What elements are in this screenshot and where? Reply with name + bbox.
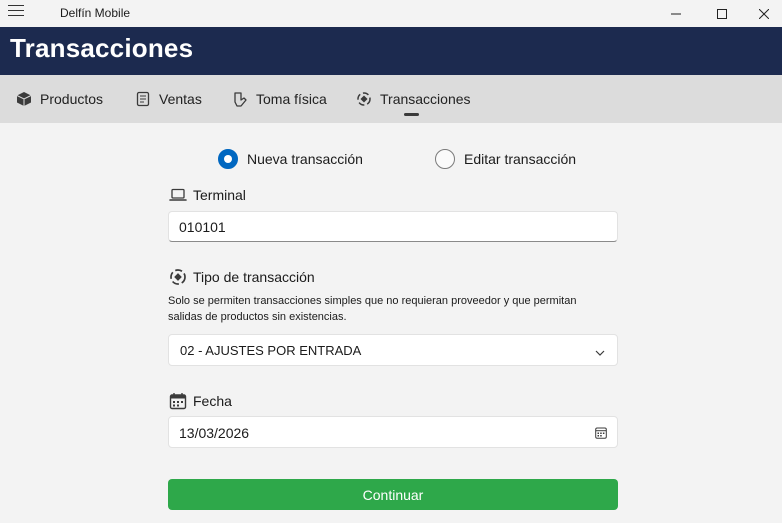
terminal-label-text: Terminal [193,187,246,203]
terminal-label: Terminal [169,186,246,204]
hamburger-menu-icon[interactable] [8,5,24,19]
tab-ventas[interactable]: Ventas [135,75,202,123]
radio-circle [218,149,238,169]
page-header: Transacciones [0,27,782,75]
laptop-icon [169,186,187,204]
transaction-type-note: Solo se permiten transacciones simples q… [168,295,577,323]
transfer-icon [356,91,372,107]
date-label-text: Fecha [193,393,232,409]
tab-label: Ventas [159,91,202,107]
continue-button[interactable]: Continuar [168,479,618,510]
close-button[interactable] [745,0,782,27]
tab-productos[interactable]: Productos [16,75,103,123]
terminal-input[interactable]: 010101 [168,211,618,242]
tab-label: Transacciones [380,91,471,107]
title-bar: Delfín Mobile [0,0,782,27]
minimize-button[interactable] [653,0,699,27]
transfer-icon [169,268,187,286]
maximize-icon [717,8,727,19]
transaction-type-select[interactable]: 02 - AJUSTES POR ENTRADA [168,334,618,366]
radio-label: Editar transacción [464,151,577,167]
date-label: Fecha [169,392,232,410]
radio-nueva-transaccion[interactable]: Nueva transacción [218,149,363,169]
radio-label: Nueva transacción [247,151,363,167]
tab-bar: Productos Ventas Toma física Transaccion… [0,75,782,123]
tab-toma-fisica[interactable]: Toma física [232,75,327,123]
page-title: Transacciones [10,33,194,63]
calendar-icon[interactable] [595,426,607,442]
radio-editar-transaccion[interactable]: Editar transacción [435,149,576,169]
calendar-icon [169,392,187,410]
transaction-type-label-text: Tipo de transacción [193,269,315,285]
date-picker[interactable]: 13/03/2026 [168,416,618,448]
minimize-icon [671,13,681,14]
active-tab-indicator [404,113,419,116]
date-value: 13/03/2026 [179,425,250,441]
hand-scan-icon [232,91,248,107]
transaction-type-label: Tipo de transacción [169,268,315,286]
tab-label: Productos [40,91,104,107]
radio-circle [435,149,455,169]
tab-label: Toma física [256,91,327,107]
app-title: Delfín Mobile [60,6,131,20]
close-icon [758,8,769,19]
receipt-icon [135,91,151,107]
transaction-form: Nueva transacción Editar transacción Ter… [0,123,782,523]
maximize-button[interactable] [699,0,745,27]
chevron-down-icon [595,345,605,360]
transaction-type-value: 02 - AJUSTES POR ENTRADA [180,343,362,358]
box-icon [16,91,32,107]
